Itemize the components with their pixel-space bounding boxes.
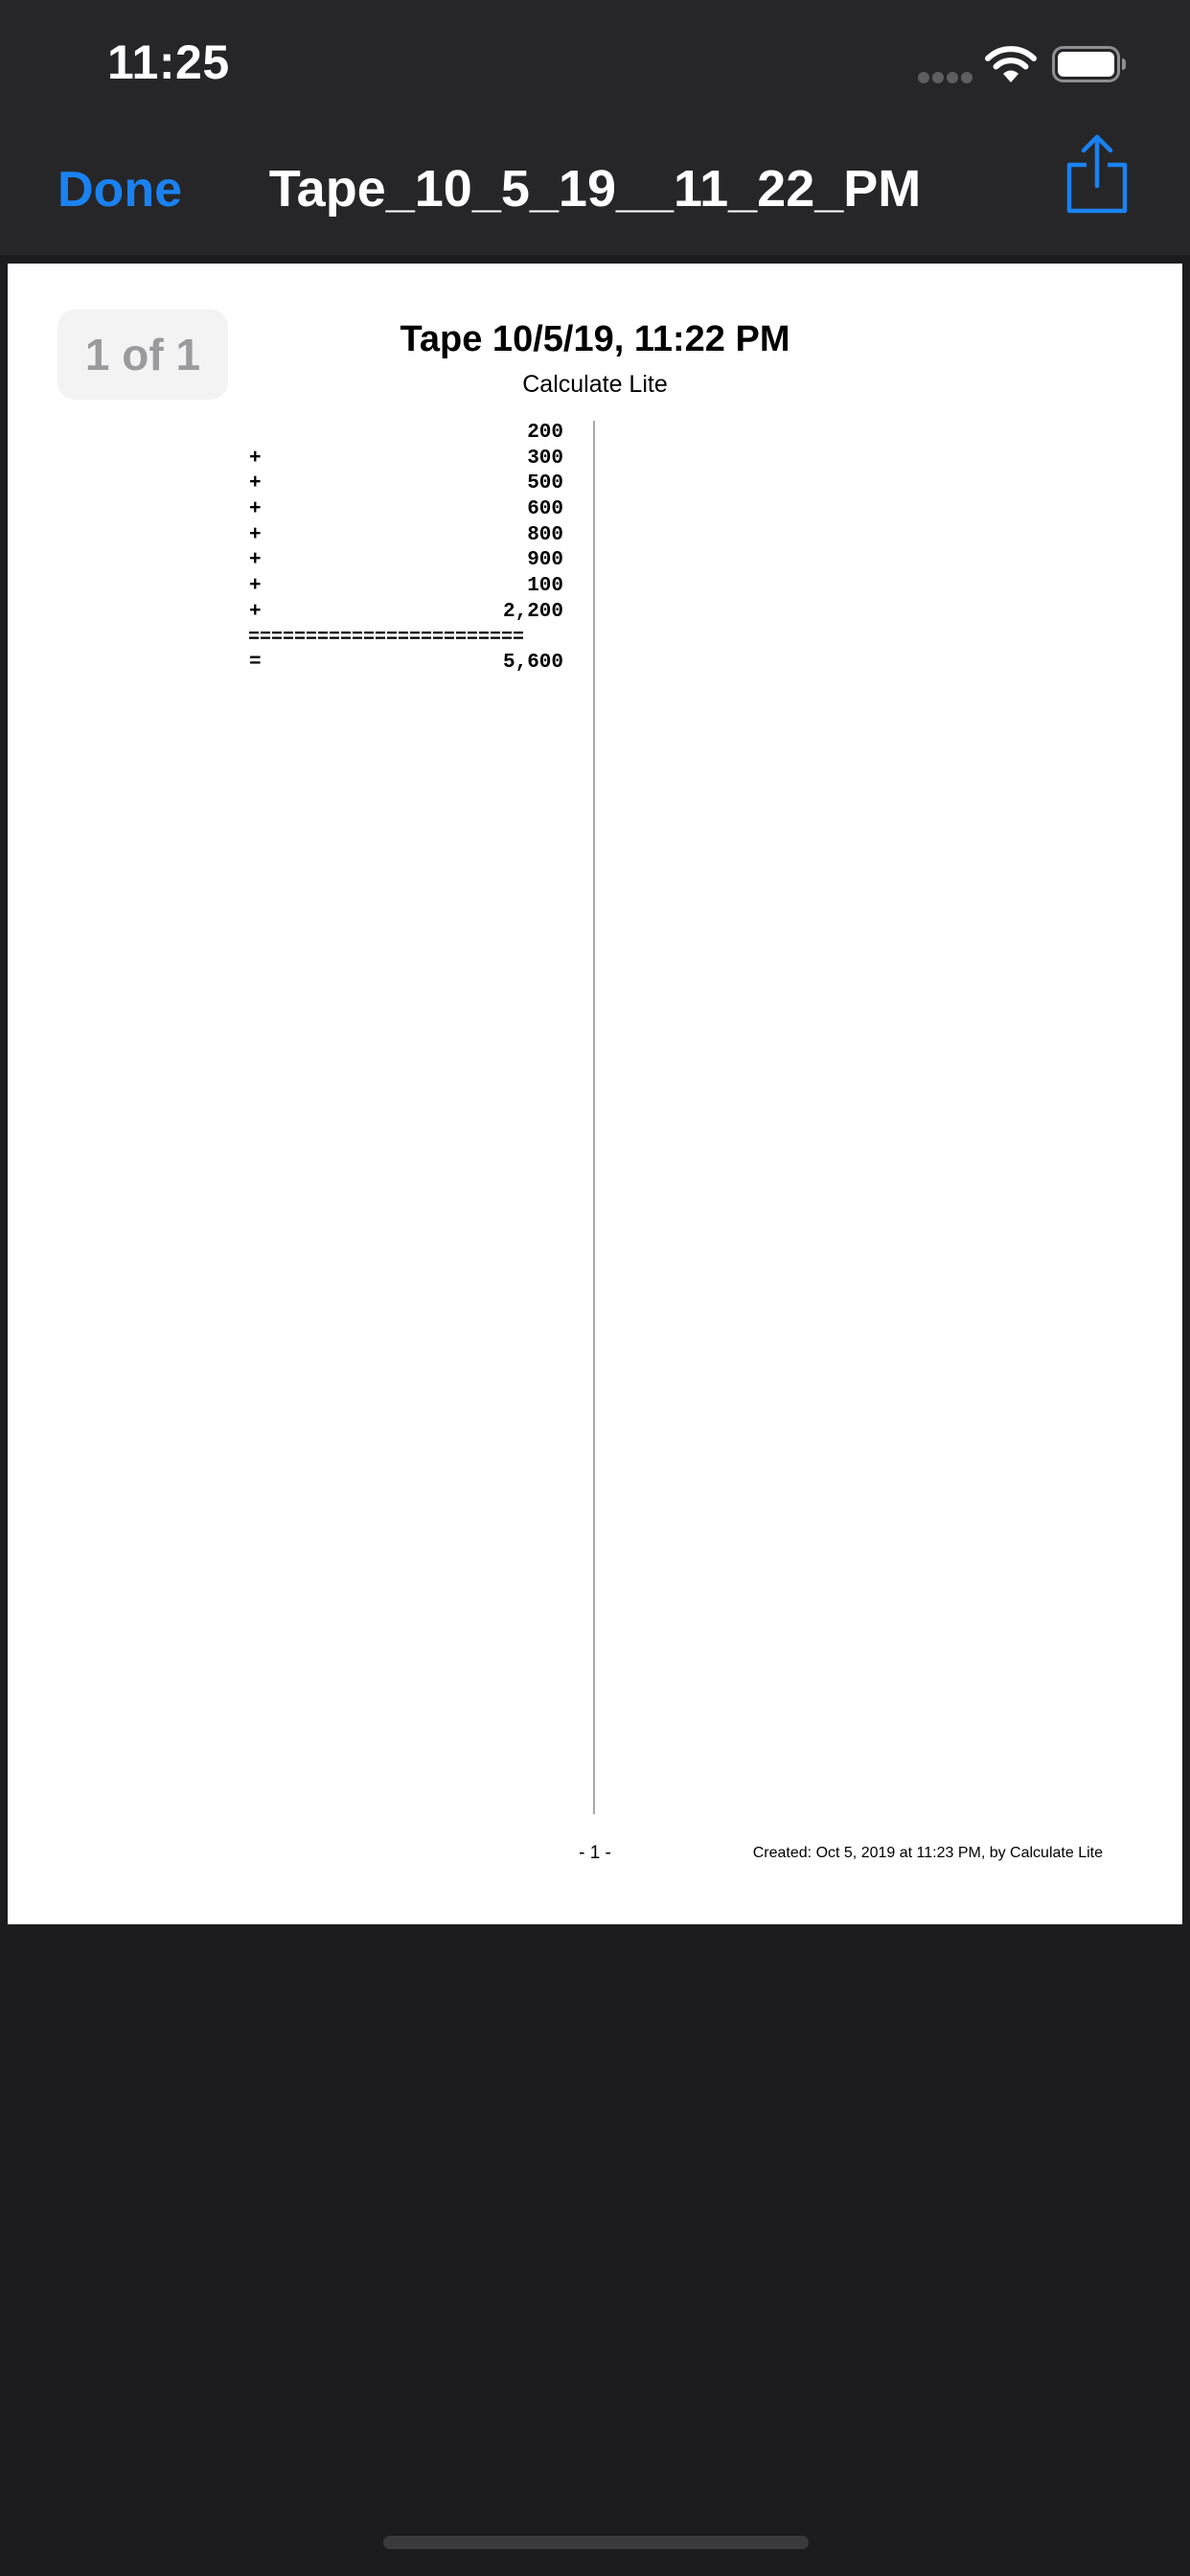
tape-value: 300 bbox=[527, 447, 563, 470]
document-page: 1 of 1 Tape 10/5/19, 11:22 PM Calculate … bbox=[8, 264, 1182, 1924]
tape-value: 900 bbox=[527, 549, 563, 572]
tape-row: + 900 bbox=[241, 548, 563, 574]
tape-operator: + bbox=[249, 472, 262, 495]
tape-row: + 300 bbox=[241, 447, 563, 472]
tape-operator: + bbox=[249, 549, 262, 572]
tape-row: + 100 bbox=[241, 574, 563, 600]
tape-total-row: = 5,600 bbox=[241, 651, 563, 677]
document-subtitle: Calculate Lite bbox=[522, 371, 668, 398]
document-title: Tape 10/5/19, 11:22 PM bbox=[400, 319, 790, 359]
tape-total-value: 5,600 bbox=[502, 652, 563, 675]
tape-value: 600 bbox=[527, 498, 563, 521]
tape-row: + 500 bbox=[241, 472, 563, 497]
tape-row: + 800 bbox=[241, 523, 563, 549]
tape-divider bbox=[593, 421, 595, 1814]
top-bar: 11:25 Done Tape_10_5_19__11_22_PM bbox=[0, 0, 1190, 255]
home-indicator[interactable] bbox=[383, 2536, 809, 2549]
share-button[interactable] bbox=[1064, 132, 1131, 215]
created-footer: Created: Oct 5, 2019 at 11:23 PM, by Cal… bbox=[752, 1845, 1103, 1861]
tape-row: + 2,200 bbox=[241, 600, 563, 626]
tape-operator: + bbox=[249, 575, 262, 598]
tape-row: + 600 bbox=[241, 497, 563, 523]
tape-value: 200 bbox=[527, 422, 563, 444]
tape-operator: + bbox=[249, 498, 262, 521]
tape-operator: + bbox=[249, 523, 262, 546]
tape-value: 2,200 bbox=[502, 600, 563, 623]
tape-list: 200 + 300 + 500 + 600 + 800 + 900 + 100 … bbox=[241, 421, 563, 677]
tape-value: 800 bbox=[527, 523, 563, 546]
tape-operator: + bbox=[249, 447, 262, 470]
status-time: 11:25 bbox=[107, 35, 230, 89]
tape-operator: = bbox=[249, 652, 262, 675]
share-icon bbox=[1066, 134, 1128, 214]
battery-icon bbox=[1052, 46, 1127, 82]
done-button[interactable]: Done bbox=[57, 161, 182, 218]
tape-separator: ======================== bbox=[248, 626, 525, 649]
cellular-signal-icon bbox=[918, 72, 973, 83]
wifi-icon bbox=[985, 46, 1037, 84]
tape-operator: + bbox=[249, 600, 262, 623]
tape-row: 200 bbox=[241, 421, 563, 447]
tape-value: 100 bbox=[527, 575, 563, 598]
tape-value: 500 bbox=[527, 472, 563, 495]
page-number: - 1 - bbox=[579, 1843, 611, 1863]
